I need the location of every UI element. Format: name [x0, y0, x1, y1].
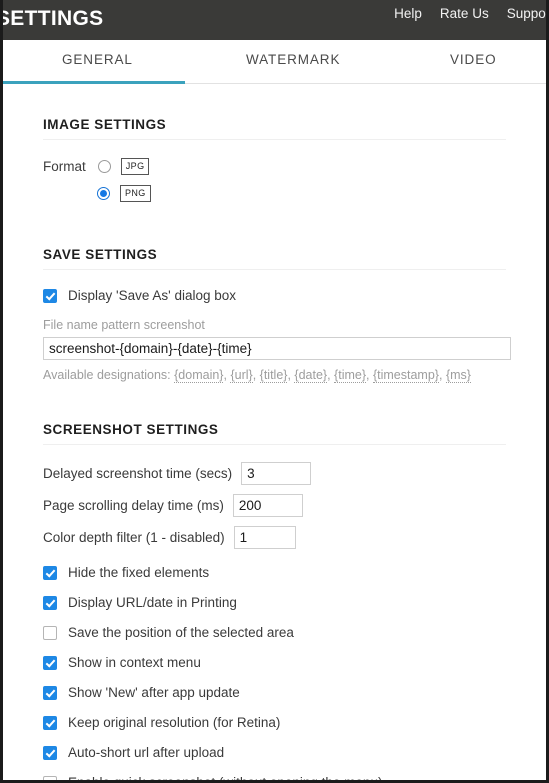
available-designations: Available designations: {domain}, {url},…	[43, 368, 471, 383]
checkbox-auto-short-url[interactable]	[43, 745, 57, 760]
save-as-dialog-row[interactable]: Display 'Save As' dialog box	[43, 288, 546, 303]
available-designations-prefix: Available designations:	[43, 368, 171, 382]
token-title[interactable]: {title}	[259, 368, 288, 383]
tab-bar: GENERAL WATERMARK VIDEO	[3, 40, 546, 84]
checkbox-show-new-after-update[interactable]	[43, 685, 57, 700]
input-page-scrolling-delay[interactable]	[232, 494, 303, 517]
input-color-depth-filter[interactable]	[233, 526, 296, 549]
active-tab-indicator	[3, 81, 185, 84]
section-title-image-settings: IMAGE SETTINGS	[43, 117, 167, 132]
checkbox-row-auto-short-url[interactable]: Auto-short url after upload	[43, 745, 546, 760]
label-delayed-screenshot-time: Delayed screenshot time (secs)	[43, 466, 233, 481]
checkbox-hide-fixed-elements[interactable]	[43, 565, 57, 580]
format-row-jpg: Format JPG	[43, 158, 546, 175]
radio-png[interactable]	[97, 187, 110, 200]
checkbox-label-save-position-selected-area: Save the position of the selected area	[68, 625, 294, 640]
section-screenshot-settings: SCREENSHOT SETTINGS Delayed screenshot t…	[3, 422, 546, 783]
radio-jpg[interactable]	[97, 160, 111, 173]
checkbox-label-show-new-after-update: Show 'New' after app update	[68, 685, 240, 700]
checkbox-row-show-in-context-menu[interactable]: Show in context menu	[43, 655, 546, 670]
checkbox-save-as-dialog[interactable]	[43, 288, 57, 303]
divider	[43, 269, 506, 270]
label-page-scrolling-delay: Page scrolling delay time (ms)	[43, 498, 224, 513]
page-title: SETTINGS	[3, 7, 104, 30]
window-titlebar: SETTINGS Help Rate Us Support	[3, 0, 546, 40]
token-time[interactable]: {time}	[334, 368, 367, 383]
file-name-pattern-input[interactable]	[43, 337, 511, 360]
format-label: Format	[43, 159, 86, 174]
token-timestamp[interactable]: {timestamp}	[372, 368, 439, 383]
tab-watermark[interactable]: WATERMARK	[246, 52, 340, 67]
rate-us-link[interactable]: Rate Us	[440, 6, 489, 21]
checkbox-row-keep-original-resolution[interactable]: Keep original resolution (for Retina)	[43, 715, 546, 730]
checkbox-enable-quick-screenshot[interactable]	[43, 775, 57, 780]
format-option-png[interactable]: PNG	[120, 185, 151, 202]
support-link[interactable]: Support	[507, 6, 546, 21]
label-color-depth-filter: Color depth filter (1 - disabled)	[43, 530, 225, 545]
format-option-jpg[interactable]: JPG	[120, 158, 150, 175]
input-delayed-screenshot-time[interactable]	[241, 462, 312, 485]
token-ms[interactable]: {ms}	[445, 368, 471, 383]
settings-window: SETTINGS Help Rate Us Support GENERAL WA…	[0, 0, 549, 783]
token-url[interactable]: {url}	[230, 368, 253, 383]
token-domain[interactable]: {domain}	[174, 368, 224, 383]
checkbox-row-save-position-selected-area[interactable]: Save the position of the selected area	[43, 625, 546, 640]
checkbox-label-display-url-date-printing: Display URL/date in Printing	[68, 595, 237, 610]
checkbox-label-hide-fixed-elements: Hide the fixed elements	[68, 565, 210, 580]
divider	[43, 139, 506, 140]
section-image-settings: IMAGE SETTINGS Format JPG PNG	[3, 117, 546, 202]
field-row-color-depth-filter: Color depth filter (1 - disabled)	[43, 526, 546, 549]
checkbox-show-in-context-menu[interactable]	[43, 655, 57, 670]
file-name-pattern-label: File name pattern screenshot	[43, 318, 205, 332]
checkbox-label-enable-quick-screenshot: Enable quick screenshot (without opening…	[68, 775, 383, 783]
checkbox-label-show-in-context-menu: Show in context menu	[68, 655, 201, 670]
section-title-save-settings: SAVE SETTINGS	[43, 247, 158, 262]
checkbox-label-auto-short-url: Auto-short url after upload	[68, 745, 225, 760]
checkbox-label-keep-original-resolution: Keep original resolution (for Retina)	[68, 715, 281, 730]
section-title-screenshot-settings: SCREENSHOT SETTINGS	[43, 422, 219, 437]
settings-content: IMAGE SETTINGS Format JPG PNG SAVE SETTI…	[3, 117, 546, 783]
tab-general[interactable]: GENERAL	[62, 52, 133, 67]
help-link[interactable]: Help	[394, 6, 422, 21]
checkbox-row-display-url-date-printing[interactable]: Display URL/date in Printing	[43, 595, 546, 610]
divider	[43, 444, 506, 445]
checkbox-row-hide-fixed-elements[interactable]: Hide the fixed elements	[43, 565, 546, 580]
checkbox-row-enable-quick-screenshot[interactable]: Enable quick screenshot (without opening…	[43, 775, 546, 783]
field-row-delayed-screenshot-time: Delayed screenshot time (secs)	[43, 462, 546, 485]
checkbox-display-url-date-printing[interactable]	[43, 595, 57, 610]
token-date[interactable]: {date}	[294, 368, 328, 383]
tab-video[interactable]: VIDEO	[450, 52, 497, 67]
section-save-settings: SAVE SETTINGS Display 'Save As' dialog b…	[3, 247, 546, 383]
header-links: Help Rate Us Support	[394, 6, 546, 21]
field-row-page-scrolling-delay: Page scrolling delay time (ms)	[43, 494, 546, 517]
checkbox-save-position-selected-area[interactable]	[43, 625, 57, 640]
checkbox-row-show-new-after-update[interactable]: Show 'New' after app update	[43, 685, 546, 700]
checkbox-keep-original-resolution[interactable]	[43, 715, 57, 730]
checkbox-label-save-as-dialog: Display 'Save As' dialog box	[68, 288, 236, 303]
format-row-png: PNG	[97, 185, 546, 202]
